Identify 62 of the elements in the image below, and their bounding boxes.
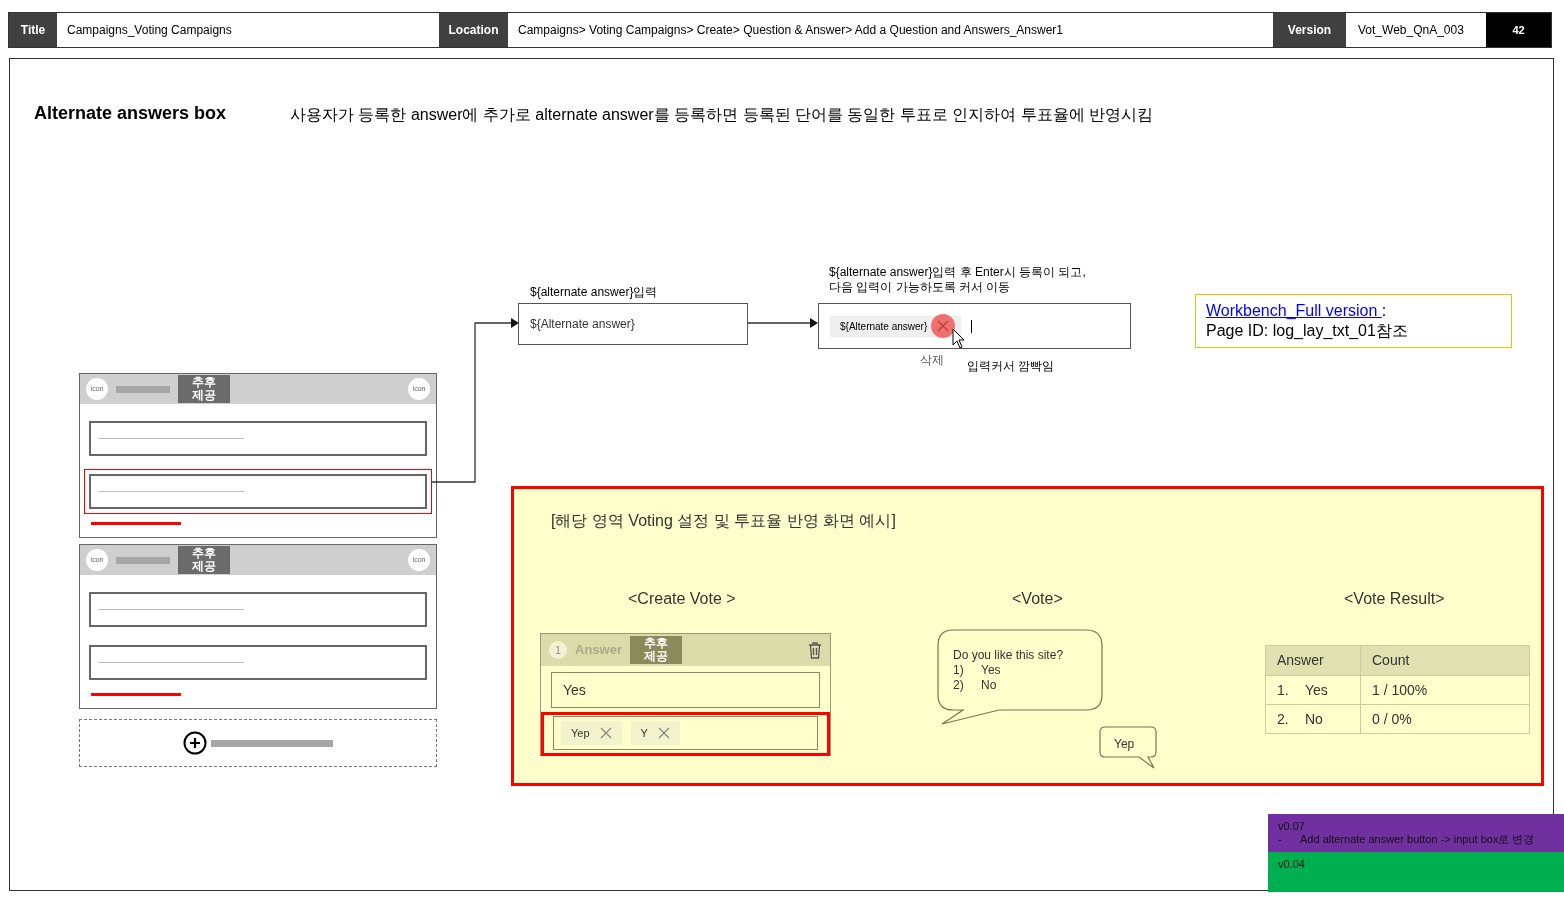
trash-icon[interactable]: [808, 641, 822, 659]
step-caption: ${alternate answer}입력: [530, 284, 658, 301]
flow-arrow: [748, 317, 818, 329]
title-placeholder-bar: [116, 556, 170, 564]
table-cell-text: 0 / 0%: [1371, 709, 1413, 729]
alternate-chip: Y: [630, 721, 680, 745]
input-field[interactable]: [89, 474, 427, 509]
input-field[interactable]: ${Alternate answer}: [518, 303, 748, 345]
column-heading: <Create Vote >: [628, 589, 736, 609]
alternate-chip: Yep: [561, 721, 622, 745]
column-header: Answer: [1266, 646, 1361, 675]
header-value: Campaigns_Voting Campaigns: [66, 22, 233, 39]
reference-text: Workbench_Full version :: [1206, 301, 1388, 321]
section-heading: Alternate answers box: [34, 102, 227, 125]
version-label: v0.07: [1278, 820, 1306, 833]
tag-input-field[interactable]: Yep Y: [553, 716, 818, 750]
close-icon[interactable]: [599, 727, 612, 739]
table-cell: 1. Yes: [1266, 676, 1361, 704]
add-answer-button[interactable]: [79, 719, 437, 767]
input-field[interactable]: ${Alternate answer}: [818, 303, 1131, 349]
header-label: Version: [1273, 13, 1346, 47]
reply-text: Yep: [1114, 736, 1135, 753]
option-text: 2) No: [953, 678, 998, 693]
question-text: Do you like this site?: [953, 648, 1064, 663]
placeholder-badge: 추후 제공: [178, 546, 230, 574]
answer-field[interactable]: Yes: [551, 672, 820, 708]
bullet-mark: -: [1278, 833, 1283, 846]
input-field[interactable]: [89, 645, 427, 680]
version-label: v0.04: [1278, 858, 1306, 871]
header-value: Vot_Web_QnA_003: [1357, 22, 1465, 39]
answer-number: 1: [549, 641, 567, 659]
delete-label: 삭제: [920, 352, 944, 369]
reply-bubble: [1099, 726, 1157, 770]
text-cursor: [971, 319, 973, 333]
header-value: Campaigns> Voting Campaigns> Create> Question & Answer> Add a Question and Answers_Answer1: [517, 22, 1064, 39]
placeholder-badge: 추후 제공: [629, 636, 682, 664]
table-cell-text: 1 / 100%: [1371, 680, 1429, 700]
column-heading: <Vote>: [1012, 589, 1063, 609]
header-label: Title: [9, 13, 57, 47]
description: 사용자가 등록한 answer에 추가로 alternate answer를 등록하면 등록된 단어를 동일한 투표로 인지하여 투표율에 반영시킴: [290, 105, 1154, 125]
step-caption: 다음 입력이 가능하도록 커서 이동: [829, 280, 1012, 295]
close-icon[interactable]: [931, 314, 956, 338]
mouse-pointer-icon: [952, 328, 966, 350]
column-header: Count: [1371, 651, 1411, 670]
option-text: 1) Yes: [953, 663, 1002, 678]
cursor-note: 입력커서 깜빡임: [967, 358, 1055, 375]
title-placeholder-bar: [116, 385, 170, 393]
input-field[interactable]: [89, 421, 427, 456]
plus-circle-icon: [183, 731, 207, 755]
reference-link[interactable]: Workbench_Full version: [1206, 302, 1382, 319]
example-title: [해당 영역 Voting 설정 및 투표율 반영 화면 예시]: [551, 511, 896, 531]
placeholder-badge: 추후 제공: [178, 375, 230, 403]
column-heading: <Vote Result>: [1344, 589, 1445, 609]
header-label: Location: [439, 13, 508, 47]
answer-chip: ${Alternate answer}: [830, 315, 962, 337]
change-item: Add alternate answer button -> input box로 변경: [1300, 833, 1536, 846]
page-id-text: Page ID: log_lay_txt_01참조: [1206, 321, 1409, 341]
table-cell: 2. No: [1266, 705, 1361, 733]
page-number: 42: [1486, 13, 1551, 47]
step-caption: ${alternate answer}입력 후 Enter시 등록이 되고,: [829, 265, 1086, 280]
input-field[interactable]: [89, 592, 427, 627]
close-icon[interactable]: [657, 727, 670, 739]
